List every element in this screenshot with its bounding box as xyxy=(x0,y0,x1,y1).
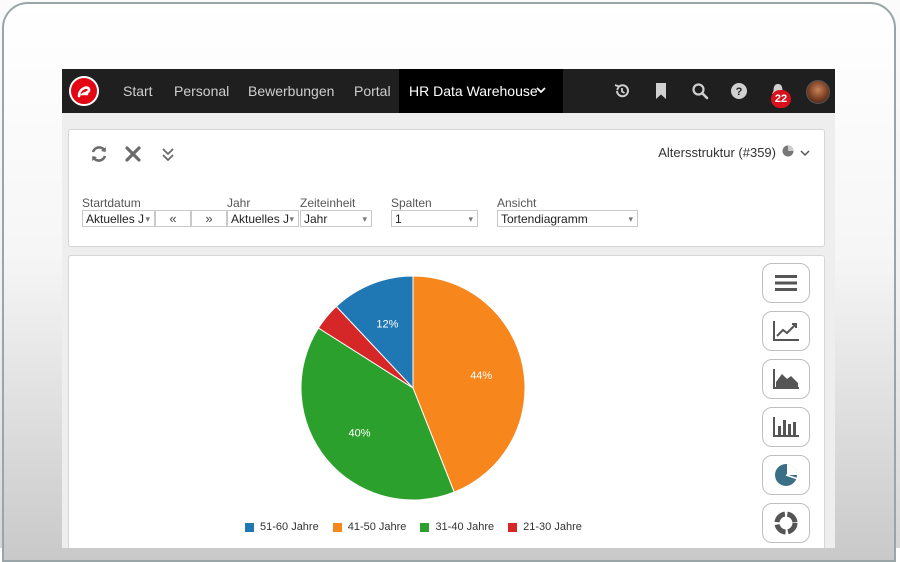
dropdown-arrow-icon: ▾ xyxy=(468,214,473,224)
dropdown-arrow-icon: ▾ xyxy=(289,214,294,224)
history-icon[interactable] xyxy=(612,81,632,101)
svg-text:?: ? xyxy=(736,86,743,98)
pie-chart: 44% 40% 12% xyxy=(300,275,526,501)
nav-item-hr-data-warehouse[interactable]: HR Data Warehouse xyxy=(399,69,563,113)
area-chart-icon xyxy=(773,369,799,389)
startdatum-select[interactable]: Aktuelles J ▾ xyxy=(82,210,155,227)
donut-chart-button[interactable] xyxy=(762,503,810,543)
ansicht-label: Ansicht xyxy=(497,196,537,210)
app-screen: Start Personal Bewerbungen Portal HR Dat… xyxy=(62,69,835,548)
previous-period-button[interactable]: « xyxy=(155,210,191,227)
ansicht-select[interactable]: Tortendiagramm ▾ xyxy=(497,210,638,227)
search-icon[interactable] xyxy=(690,81,710,101)
next-period-button[interactable]: » xyxy=(191,210,227,227)
startdatum-value: Aktuelles J xyxy=(86,212,145,226)
avatar[interactable] xyxy=(806,80,830,104)
legend-swatch xyxy=(420,522,430,532)
legend-item[interactable]: 21-30 Jahre xyxy=(508,521,582,533)
donut-chart-icon xyxy=(774,511,798,535)
chevron-down-icon xyxy=(535,69,547,130)
top-navigation-bar: Start Personal Bewerbungen Portal HR Dat… xyxy=(62,69,835,113)
line-chart-icon xyxy=(773,321,799,341)
jahr-select[interactable]: Aktuelles J ▾ xyxy=(227,210,299,227)
chevron-down-icon xyxy=(800,145,810,160)
chart-legend: 51-60 Jahre 41-50 Jahre 31-40 Jahre 21-30 J… xyxy=(245,521,582,533)
dropdown-arrow-icon: ▾ xyxy=(628,214,633,224)
ansicht-value: Tortendiagramm xyxy=(501,212,588,226)
legend-swatch xyxy=(508,522,518,532)
jahr-value: Aktuelles J xyxy=(231,212,290,226)
nav-item-start[interactable]: Start xyxy=(123,69,153,113)
zeiteinheit-select[interactable]: Jahr ▾ xyxy=(300,210,372,227)
pie-chart-icon xyxy=(775,464,798,486)
legend-swatch xyxy=(332,522,342,532)
legend-label: 41-50 Jahre xyxy=(347,521,407,533)
filter-panel: Altersstruktur (#359) Startdatum Aktuell… xyxy=(68,129,825,247)
legend-item[interactable]: 51-60 Jahre xyxy=(245,521,319,533)
refresh-icon[interactable] xyxy=(89,144,109,164)
dropdown-arrow-icon: ▾ xyxy=(145,214,150,224)
legend-swatch xyxy=(245,522,254,532)
line-chart-button[interactable] xyxy=(762,311,810,351)
expand-double-chevron-icon[interactable] xyxy=(158,144,178,164)
dropdown-arrow-icon: ▾ xyxy=(362,214,367,224)
close-icon[interactable] xyxy=(123,144,143,164)
pie-data-label: 12% xyxy=(376,318,398,330)
bar-chart-button[interactable] xyxy=(762,407,810,447)
help-icon[interactable]: ? xyxy=(729,81,749,101)
spalten-label: Spalten xyxy=(391,196,432,210)
nav-item-bewerbungen[interactable]: Bewerbungen xyxy=(248,69,334,113)
table-view-button[interactable] xyxy=(762,263,810,303)
notification-badge: 22 xyxy=(771,90,791,108)
chart-panel: 44% 40% 12% 51-60 Jahre 41-50 Jahre 31-40 Ja… xyxy=(68,255,825,548)
legend-label: 51-60 Jahre xyxy=(260,521,319,533)
bookmark-icon[interactable] xyxy=(651,81,671,101)
legend-item[interactable]: 41-50 Jahre xyxy=(332,521,407,533)
pie-chart-icon xyxy=(782,145,794,160)
legend-item[interactable]: 31-40 Jahre xyxy=(420,521,494,533)
logo-icon xyxy=(77,86,91,98)
zeiteinheit-label: Zeiteinheit xyxy=(300,196,356,210)
area-chart-button[interactable] xyxy=(762,359,810,399)
pie-data-label: 40% xyxy=(348,427,370,439)
legend-label: 21-30 Jahre xyxy=(523,521,582,533)
nav-item-personal[interactable]: Personal xyxy=(174,69,229,113)
report-title: Altersstruktur (#359) xyxy=(658,145,776,160)
nav-active-label: HR Data Warehouse xyxy=(409,83,538,99)
app-logo[interactable] xyxy=(69,76,99,106)
bar-chart-icon xyxy=(773,417,799,437)
nav-item-portal[interactable]: Portal xyxy=(354,69,391,113)
legend-label: 31-40 Jahre xyxy=(435,521,495,533)
menu-icon xyxy=(775,275,797,291)
startdatum-label: Startdatum xyxy=(82,196,141,210)
jahr-label: Jahr xyxy=(227,196,251,210)
zeiteinheit-value: Jahr xyxy=(304,212,328,226)
report-selector[interactable]: Altersstruktur (#359) xyxy=(658,145,810,160)
pie-data-label: 44% xyxy=(470,370,492,382)
pie-chart-button[interactable] xyxy=(762,455,810,495)
spalten-select[interactable]: 1 ▾ xyxy=(391,210,478,227)
spalten-value: 1 xyxy=(395,212,402,226)
